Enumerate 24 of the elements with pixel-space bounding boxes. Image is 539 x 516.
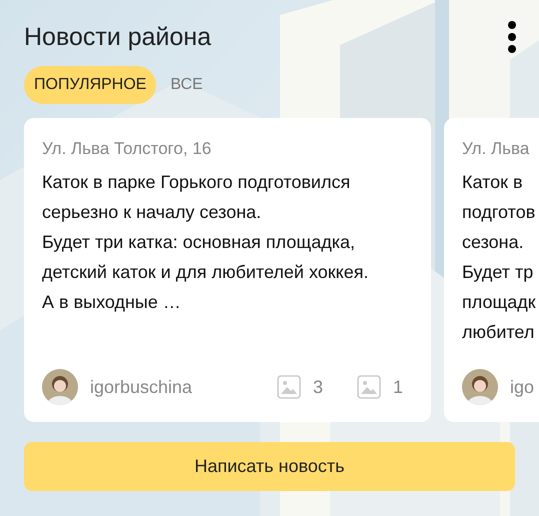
write-news-button[interactable]: Написать новость xyxy=(24,442,515,491)
avatar xyxy=(462,369,498,405)
widget-title: Новости района xyxy=(24,22,212,52)
news-text-line: Каток в xyxy=(462,171,523,194)
avatar xyxy=(42,369,78,405)
news-text-line: подготов xyxy=(462,201,536,224)
tab[interactable]: ПОПУЛЯРНОЕ xyxy=(24,66,156,104)
news-text-line: Будет тр xyxy=(462,261,534,284)
news-card[interactable]: Ул. Льва Каток в подготов сезона. Будет тр площадк любител igo xyxy=(444,118,539,422)
news-card[interactable]: Ул. Льва Толстого, 16 Каток в парке Горького подготовился серьезно к началу сезона. Будет три катка: основная площадка, детский каток и для любителей хоккея. А в выходные … igorbuschina 3 1 xyxy=(24,118,431,422)
news-text-line: любител xyxy=(462,321,534,344)
address: Ул. Льва xyxy=(462,138,530,160)
news-text: Каток в парке Горького подготовился серьезно к началу сезона. Будет три катка: основная площадка, детский каток и для любителей хоккея. А в выходные … xyxy=(42,171,370,314)
more-icon[interactable] xyxy=(507,20,517,54)
image-icon xyxy=(276,375,301,399)
news-text-line: площадк xyxy=(462,291,536,314)
author-name[interactable]: igo xyxy=(510,376,534,398)
author-name[interactable]: igorbuschina xyxy=(90,376,192,398)
count: 1 xyxy=(392,376,403,398)
count: 3 xyxy=(312,376,323,398)
tab[interactable]: ВСЕ xyxy=(160,66,213,104)
image-icon xyxy=(356,375,381,399)
news-text-line: сезона. xyxy=(462,231,524,254)
address: Ул. Льва Толстого, 16 xyxy=(42,138,212,160)
